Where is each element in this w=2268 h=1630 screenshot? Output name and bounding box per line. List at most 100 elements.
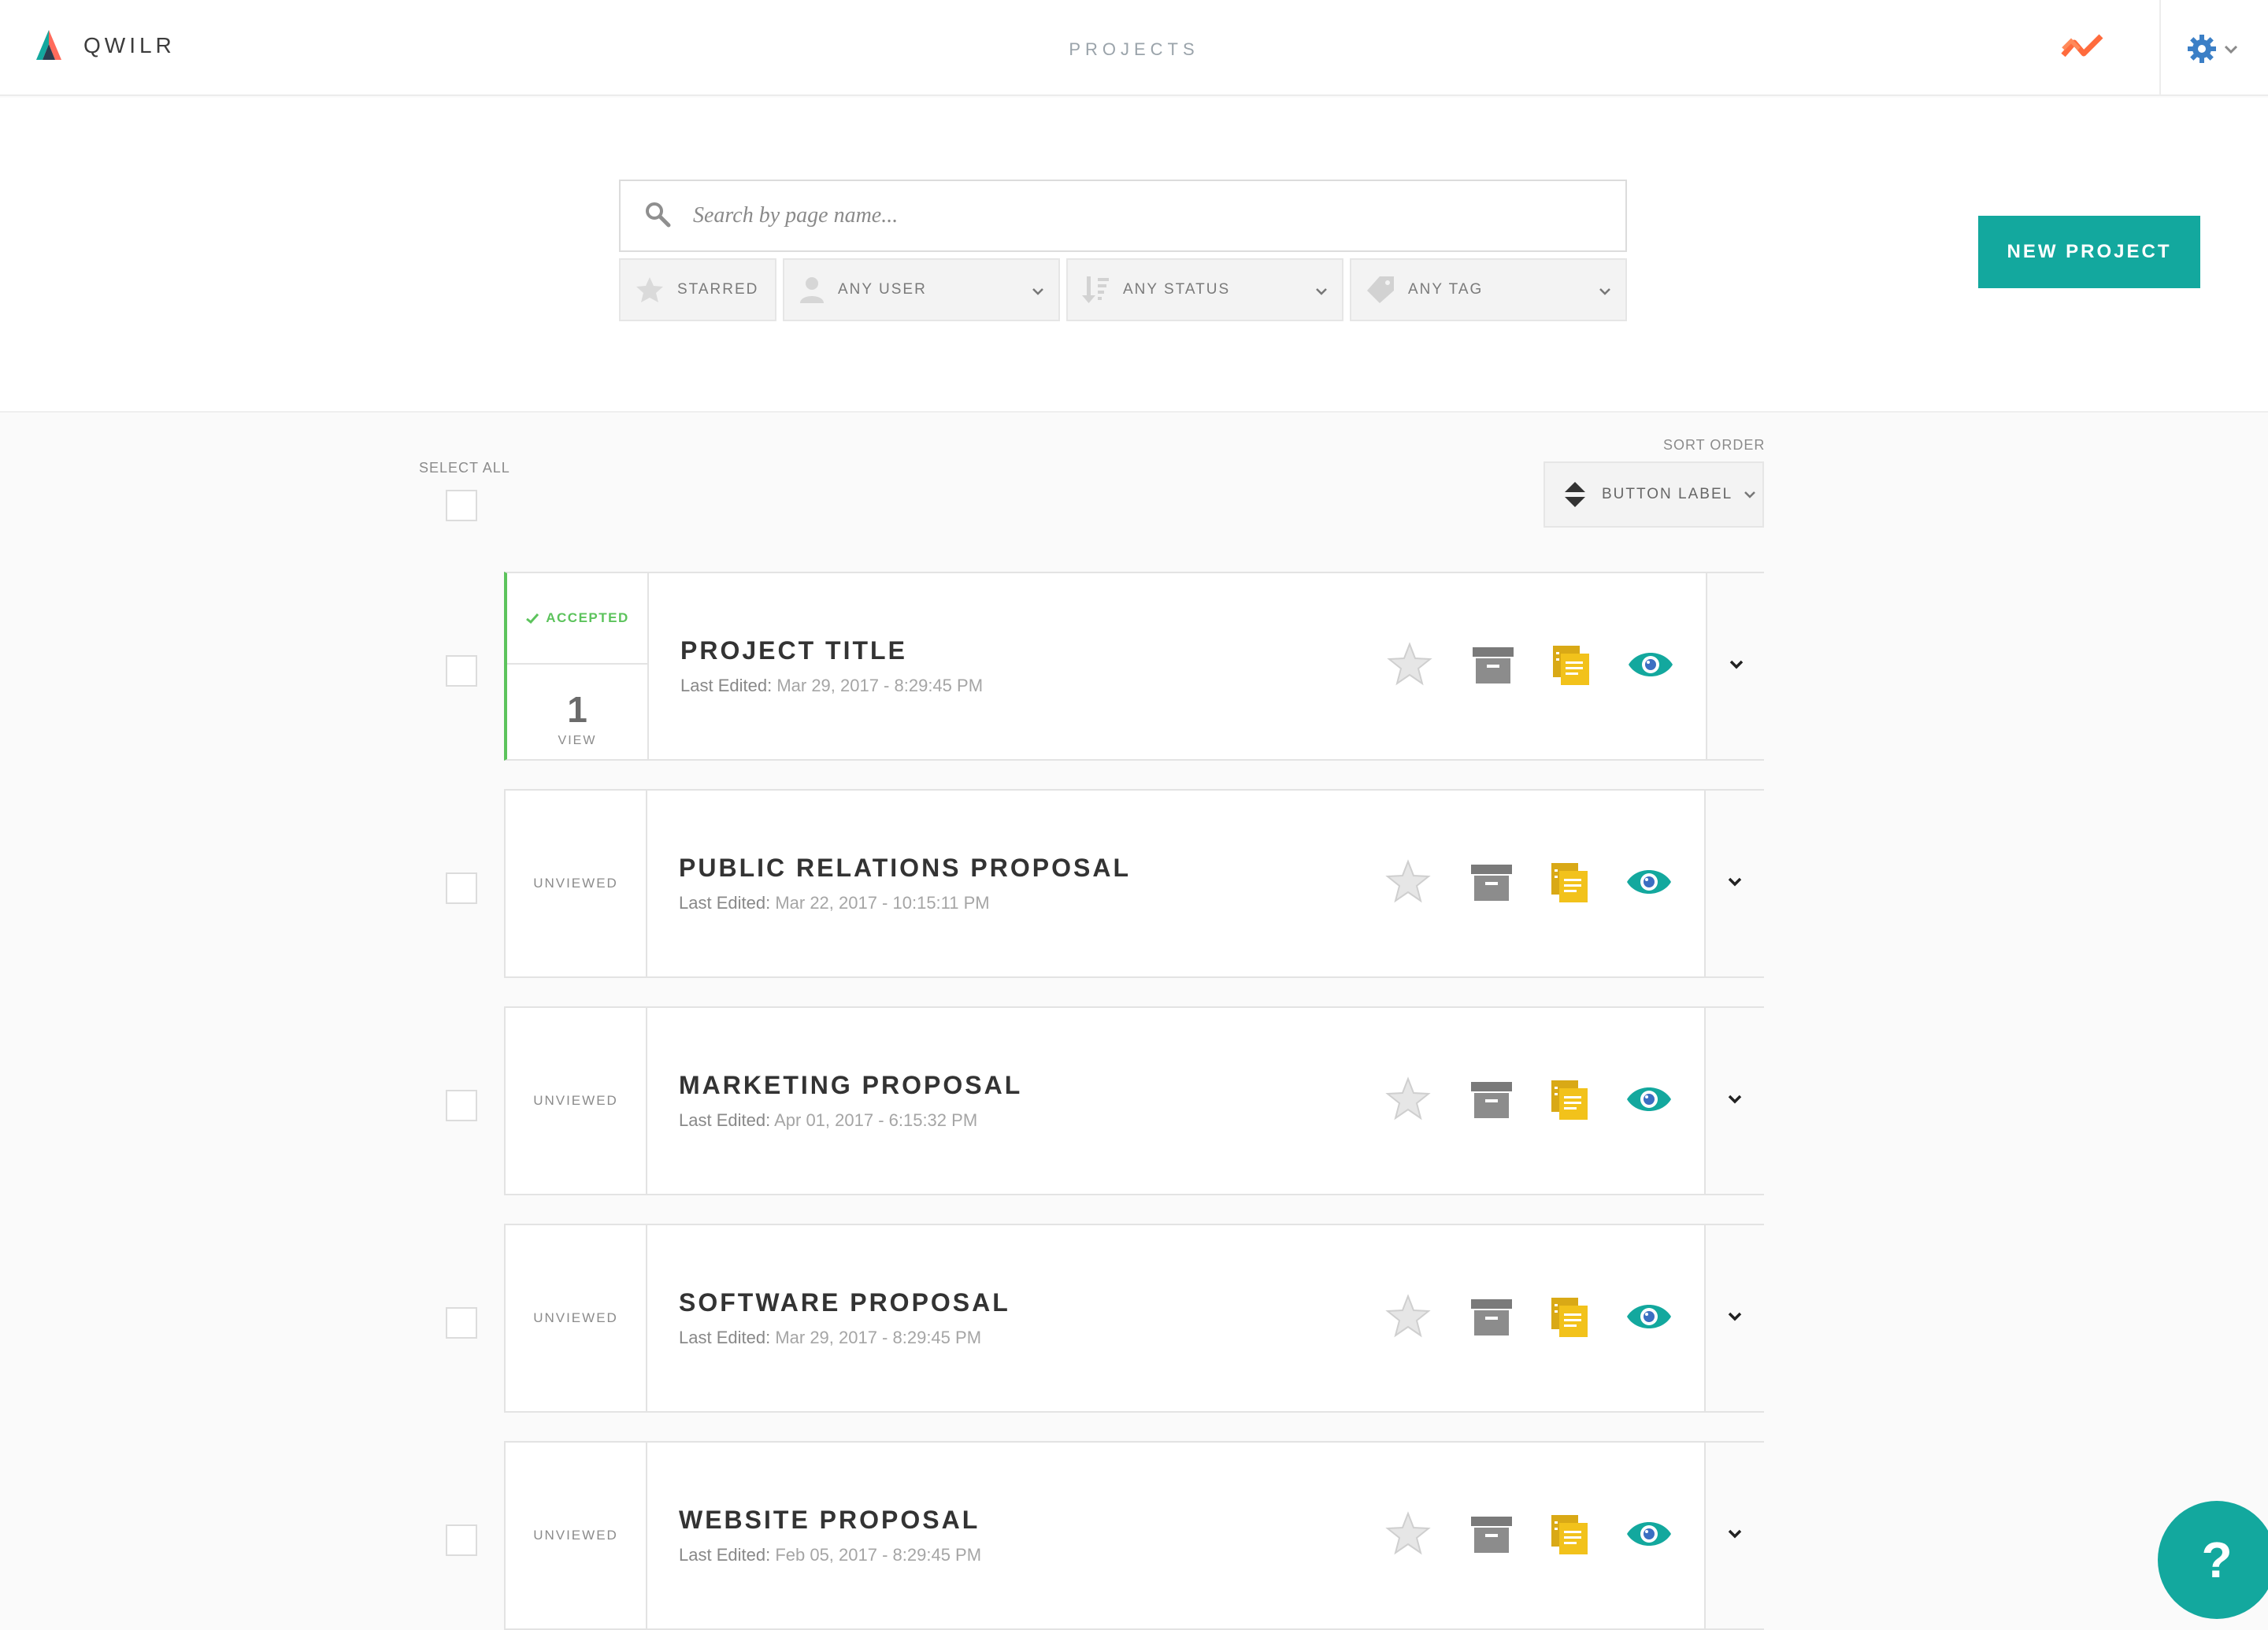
- archive-icon[interactable]: [1468, 1076, 1515, 1127]
- expand-row-button[interactable]: [1704, 791, 1764, 976]
- status-badge: ACCEPTED: [507, 573, 647, 665]
- user-filter-label: ANY USER: [838, 281, 927, 298]
- project-title[interactable]: SOFTWARE PROPOSAL: [679, 1288, 1010, 1317]
- select-all-checkbox[interactable]: [446, 490, 477, 521]
- view-count-label: VIEW: [558, 734, 597, 747]
- top-bar: QWILR PROJECTS: [0, 0, 2268, 96]
- last-edited: Last Edited: Mar 29, 2017 - 8:29:45 PM: [680, 676, 983, 696]
- status-badge: UNVIEWED: [533, 1310, 618, 1325]
- status-filter[interactable]: ANY STATUS: [1066, 258, 1343, 321]
- tag-filter-label: ANY TAG: [1408, 281, 1484, 298]
- sort-button-label: BUTTON LABEL: [1602, 486, 1733, 502]
- last-edited-label: Last Edited:: [680, 676, 773, 695]
- project-card[interactable]: UNVIEWED MARKETING PROPOSAL Last Edited:…: [504, 1006, 1764, 1195]
- eye-icon[interactable]: [1627, 641, 1674, 692]
- eye-icon[interactable]: [1625, 1293, 1673, 1344]
- status-badge: UNVIEWED: [533, 1528, 618, 1543]
- star-icon[interactable]: [1384, 858, 1432, 909]
- status-badge: UNVIEWED: [533, 876, 618, 891]
- project-title[interactable]: WEBSITE PROPOSAL: [679, 1506, 980, 1535]
- sort-order-dropdown[interactable]: BUTTON LABEL: [1544, 461, 1764, 528]
- row-checkbox[interactable]: [446, 1524, 477, 1556]
- row-checkbox[interactable]: [446, 655, 477, 687]
- chevron-down-icon: [1032, 285, 1044, 299]
- last-edited-label: Last Edited:: [679, 1110, 771, 1130]
- tag-filter[interactable]: ANY TAG: [1350, 258, 1627, 321]
- divider: [2159, 0, 2161, 96]
- status-column: UNVIEWED: [506, 1225, 647, 1411]
- last-edited-value: Feb 05, 2017 - 8:29:45 PM: [775, 1545, 982, 1565]
- expand-row-button[interactable]: [1706, 573, 1766, 759]
- archive-icon[interactable]: [1469, 641, 1517, 692]
- checkmark-icon: [525, 613, 539, 624]
- star-icon[interactable]: [1384, 1293, 1432, 1344]
- last-edited-label: Last Edited:: [679, 1545, 771, 1565]
- archive-icon[interactable]: [1468, 1510, 1515, 1561]
- project-title[interactable]: PROJECT TITLE: [680, 636, 907, 665]
- select-all-label: SELECT ALL: [419, 460, 510, 476]
- view-count: 1: [567, 689, 587, 730]
- search-icon: [644, 201, 671, 232]
- gear-icon: [2186, 33, 2218, 69]
- sort-icon: [1564, 480, 1586, 509]
- eye-icon[interactable]: [1625, 858, 1673, 909]
- user-filter[interactable]: ANY USER: [783, 258, 1060, 321]
- status-badge: UNVIEWED: [533, 1093, 618, 1108]
- eye-icon[interactable]: [1625, 1076, 1673, 1127]
- archive-icon[interactable]: [1468, 1293, 1515, 1344]
- status-column: UNVIEWED: [506, 791, 647, 976]
- project-title[interactable]: PUBLIC RELATIONS PROPOSAL: [679, 854, 1131, 883]
- eye-icon[interactable]: [1625, 1510, 1673, 1561]
- star-icon: [635, 276, 665, 304]
- user-icon: [799, 275, 825, 305]
- help-question-icon[interactable]: ?: [2158, 1501, 2268, 1619]
- chevron-down-icon: [1727, 1311, 1743, 1326]
- activity-icon[interactable]: [2060, 31, 2106, 67]
- row-checkbox[interactable]: [446, 1090, 477, 1121]
- expand-row-button[interactable]: [1704, 1443, 1764, 1628]
- status-column: UNVIEWED: [506, 1008, 647, 1194]
- duplicate-icon[interactable]: [1548, 641, 1595, 692]
- new-project-button[interactable]: NEW PROJECT: [1978, 216, 2200, 288]
- status-column: ACCEPTED 1 VIEW: [507, 573, 649, 759]
- archive-icon[interactable]: [1468, 858, 1515, 909]
- star-icon[interactable]: [1384, 1076, 1432, 1127]
- star-icon[interactable]: [1384, 1510, 1432, 1561]
- expand-row-button[interactable]: [1704, 1008, 1764, 1194]
- duplicate-icon[interactable]: [1547, 1510, 1594, 1561]
- project-card[interactable]: ACCEPTED 1 VIEW PROJECT TITLE Last Edite…: [504, 572, 1766, 761]
- status-text: ACCEPTED: [546, 610, 629, 625]
- last-edited-value: Apr 01, 2017 - 6:15:32 PM: [774, 1110, 978, 1130]
- duplicate-icon[interactable]: [1547, 1293, 1594, 1344]
- chevron-down-icon: [1599, 285, 1611, 299]
- row-checkbox[interactable]: [446, 1307, 477, 1339]
- tag-icon: [1366, 275, 1395, 305]
- expand-row-button[interactable]: [1704, 1225, 1764, 1411]
- project-card[interactable]: UNVIEWED SOFTWARE PROPOSAL Last Edited: …: [504, 1224, 1764, 1413]
- last-edited-label: Last Edited:: [679, 893, 771, 913]
- last-edited: Last Edited: Apr 01, 2017 - 6:15:32 PM: [679, 1110, 977, 1131]
- project-title[interactable]: MARKETING PROPOSAL: [679, 1071, 1022, 1100]
- star-icon[interactable]: [1386, 641, 1433, 692]
- project-card[interactable]: UNVIEWED WEBSITE PROPOSAL Last Edited: F…: [504, 1441, 1764, 1630]
- last-edited-label: Last Edited:: [679, 1328, 771, 1347]
- sort-status-icon: [1082, 275, 1110, 305]
- chevron-down-icon: [1727, 1528, 1743, 1543]
- search-input[interactable]: [691, 202, 1558, 229]
- search-box[interactable]: [619, 180, 1627, 252]
- chevron-down-icon: [1727, 1094, 1743, 1109]
- duplicate-icon[interactable]: [1547, 858, 1594, 909]
- settings-button[interactable]: [2186, 33, 2238, 69]
- starred-filter-label: STARRED: [677, 281, 759, 298]
- project-card[interactable]: UNVIEWED PUBLIC RELATIONS PROPOSAL Last …: [504, 789, 1764, 978]
- last-edited-value: Mar 22, 2017 - 10:15:11 PM: [775, 893, 990, 913]
- duplicate-icon[interactable]: [1547, 1076, 1594, 1127]
- chevron-down-icon: [1729, 659, 1744, 674]
- status-filter-label: ANY STATUS: [1123, 281, 1231, 298]
- last-edited-value: Mar 29, 2017 - 8:29:45 PM: [775, 1328, 982, 1347]
- last-edited: Last Edited: Feb 05, 2017 - 8:29:45 PM: [679, 1545, 981, 1565]
- chevron-down-icon: [1315, 285, 1328, 299]
- help-button[interactable]: ?: [2158, 1501, 2268, 1619]
- row-checkbox[interactable]: [446, 872, 477, 904]
- starred-filter[interactable]: STARRED: [619, 258, 776, 321]
